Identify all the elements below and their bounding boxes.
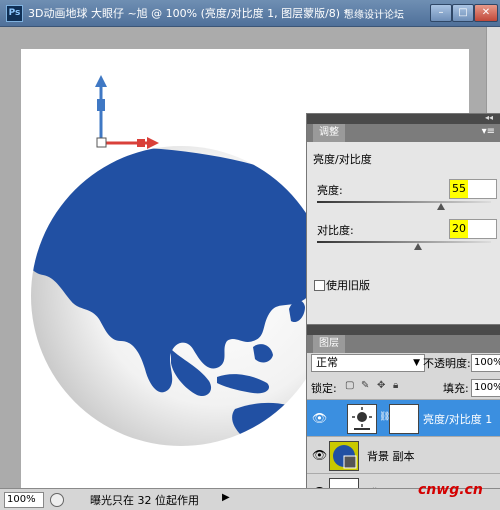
brightness-slider[interactable] xyxy=(317,201,491,203)
use-legacy-checkbox[interactable] xyxy=(314,280,325,291)
contrast-slider[interactable] xyxy=(317,241,491,243)
fill-label: 填充: xyxy=(443,382,469,395)
layer-row[interactable]: 👁︎ 背景 副本 xyxy=(307,436,500,473)
eye-icon[interactable]: 👁︎ xyxy=(312,448,327,462)
brightness-slider-thumb[interactable] xyxy=(436,203,445,210)
window-titlebar[interactable]: Ps 3D动画地球 大眼仔 ~旭 @ 100% (亮度/对比度 1, 图层蒙版/… xyxy=(0,0,500,27)
chevron-down-icon: ▼ xyxy=(413,358,420,368)
brightness-field[interactable]: 55 xyxy=(449,179,497,199)
panel-tab-row: 调整 ▾≡ xyxy=(307,124,500,142)
collapse-icon[interactable]: ◂◂ xyxy=(485,113,493,122)
status-info-icon[interactable] xyxy=(50,493,64,507)
status-menu-arrow-icon[interactable]: ▶ xyxy=(222,492,230,503)
lock-pixels-icon[interactable]: ✎ xyxy=(361,380,369,391)
contrast-slider-thumb[interactable] xyxy=(413,243,422,250)
tab-adjustments[interactable]: 调整 xyxy=(313,124,345,142)
adjustments-panel: ◂◂ 调整 ▾≡ 亮度/对比度 亮度: 55 对比度: 20 使用旧版 xyxy=(306,113,500,325)
adjustment-layer-icon xyxy=(347,404,377,434)
use-legacy-label: 使用旧版 xyxy=(326,279,370,292)
blend-mode-value: 正常 xyxy=(316,356,338,369)
brightness-label: 亮度: xyxy=(317,184,343,197)
minimize-button[interactable]: – xyxy=(430,4,452,22)
watermark-logo: cnwg.cn xyxy=(418,482,483,498)
lock-position-icon[interactable]: ✥ xyxy=(377,380,385,391)
eye-icon[interactable]: 👁︎ xyxy=(312,411,327,425)
lock-all-icon[interactable]: 🔒︎ xyxy=(393,380,398,391)
zoom-level-input[interactable]: 100% xyxy=(4,492,44,508)
watermark-text: 思缘设计论坛 xyxy=(344,10,404,21)
panel-menu-icon[interactable]: ▾≡ xyxy=(482,126,495,137)
document-title: 3D动画地球 大眼仔 ~旭 @ 100% (亮度/对比度 1, 图层蒙版/8) … xyxy=(28,7,350,20)
contrast-field[interactable]: 20 xyxy=(449,219,497,239)
panel-header-strip[interactable]: ◂◂ xyxy=(307,113,500,124)
close-button[interactable]: ✕ xyxy=(474,4,498,22)
contrast-label: 对比度: xyxy=(317,224,354,237)
photoshop-logo-icon: Ps xyxy=(6,5,23,22)
tab-layers[interactable]: 图层 xyxy=(313,335,345,353)
lock-transparency-icon[interactable]: ▢ xyxy=(345,380,354,391)
layers-tab-row: 图层 xyxy=(307,335,500,353)
maximize-button[interactable]: □ xyxy=(452,4,474,22)
layer-thumbnail xyxy=(329,441,359,471)
opacity-label: 不透明度: xyxy=(423,357,471,370)
status-text: 曝光只在 32 位起作用 xyxy=(90,494,199,507)
opacity-input[interactable]: 100% xyxy=(471,354,500,372)
brightness-value: 55 xyxy=(450,180,468,198)
layer-name: 亮度/对比度 1 xyxy=(423,413,493,426)
fill-input[interactable]: 100% xyxy=(471,379,500,397)
layer-row[interactable]: 👁︎ ⛓︎ 亮度/对比度 1 xyxy=(307,399,500,436)
layer-name: 背景 副本 xyxy=(367,450,415,463)
layers-panel-header[interactable] xyxy=(307,325,500,335)
lock-label: 锁定: xyxy=(311,382,337,395)
contrast-value: 20 xyxy=(450,220,468,238)
adjustment-type-title: 亮度/对比度 xyxy=(313,153,372,166)
layers-panel: 图层 正常 ▼ 不透明度: 100% 锁定: ▢ ✎ ✥ 🔒︎ 填充: 100%… xyxy=(306,324,500,490)
3d-axis-gizmo xyxy=(95,75,159,149)
blend-mode-select[interactable]: 正常 ▼ xyxy=(311,354,425,372)
layer-mask-thumbnail[interactable] xyxy=(389,404,419,434)
